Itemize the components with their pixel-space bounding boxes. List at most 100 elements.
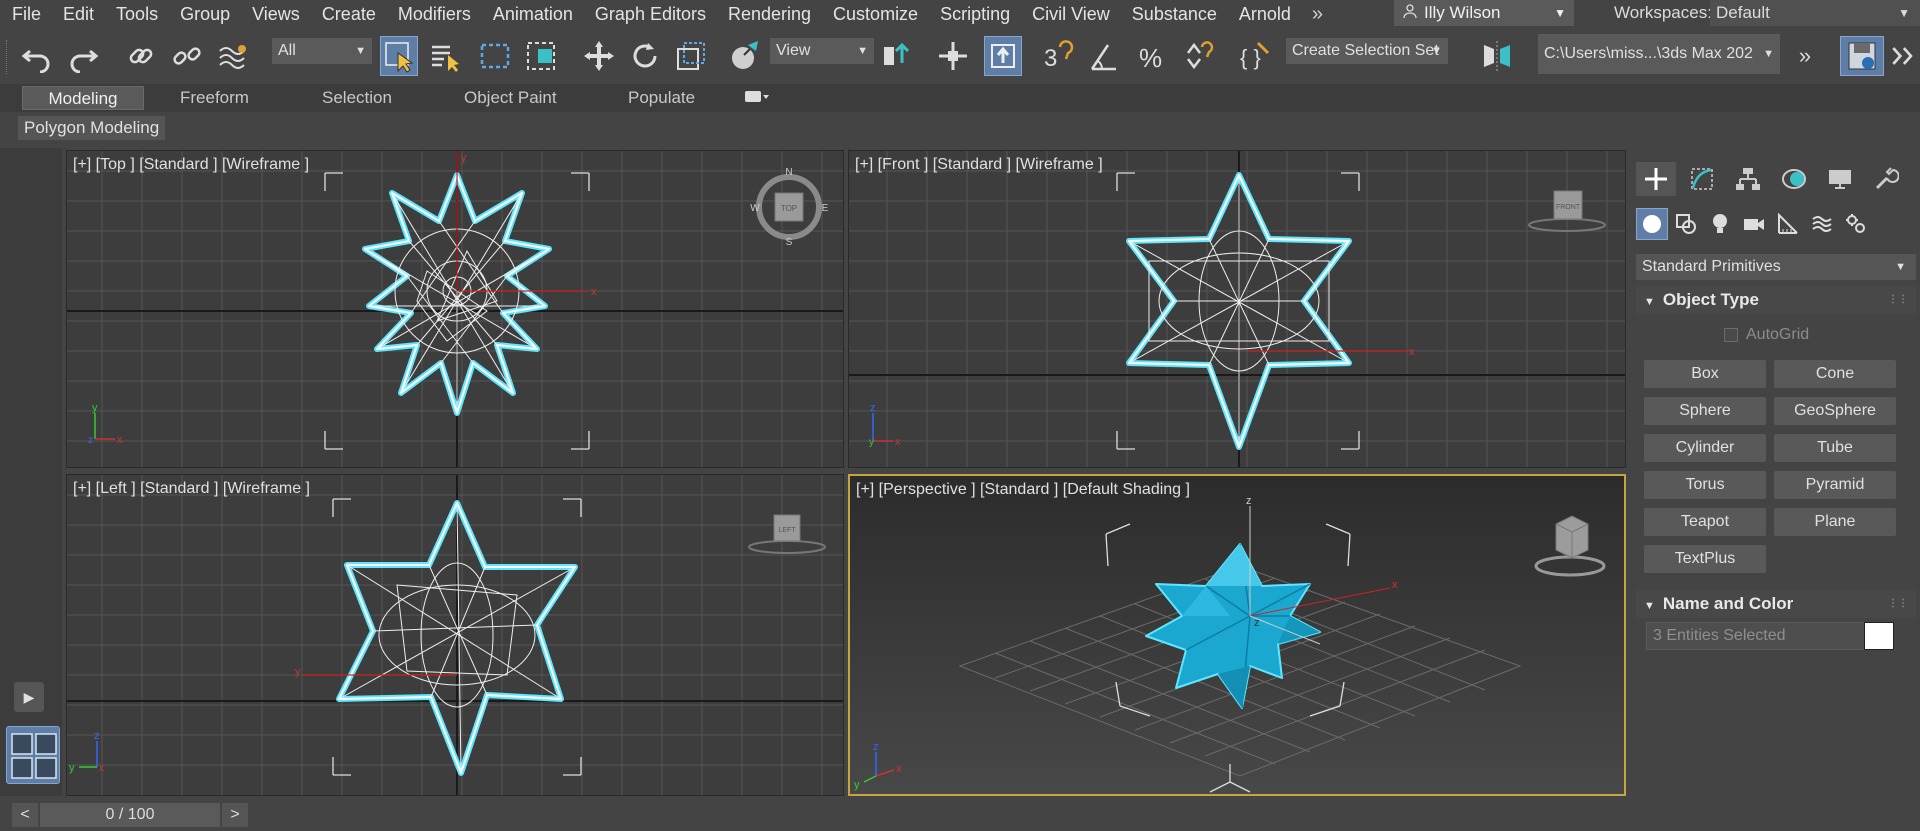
cone-button[interactable]: Cone [1774,360,1896,388]
user-account-dropdown[interactable]: Illy Wilson ▼ [1394,0,1574,26]
select-and-place-button[interactable] [726,36,764,76]
viewport-front-label[interactable]: [+] [Front ] [Standard ] [Wireframe ] [855,156,1103,174]
snaps-toggle-button[interactable]: 3 [1040,36,1078,76]
pyramid-button[interactable]: Pyramid [1774,471,1896,499]
sphere-button[interactable]: Sphere [1644,397,1766,425]
save-file-button[interactable] [1840,36,1884,76]
menu-animation[interactable]: Animation [482,0,584,28]
cylinder-button[interactable]: Cylinder [1644,434,1766,462]
viewport-perspective[interactable]: [+] [Perspective ] [Standard ] [Default … [848,474,1626,796]
named-selection-set-dropdown[interactable]: Create Selection Set ▼ [1286,38,1448,64]
tab-selection[interactable]: Selection [308,86,406,110]
viewport-top[interactable]: [+] [Top ] [Standard ] [Wireframe ] x y [66,150,844,468]
viewcube-perspective[interactable] [1534,515,1606,577]
spinner-snap-button[interactable] [1180,36,1218,76]
unlink-button[interactable] [168,36,206,76]
select-by-name-button[interactable] [426,36,464,76]
geometry-category-button[interactable] [1636,208,1668,240]
geosphere-button[interactable]: GeoSphere [1774,397,1896,425]
box-button[interactable]: Box [1644,360,1766,388]
polygon-modeling-panel[interactable]: Polygon Modeling [18,116,166,140]
project-folder-dropdown[interactable]: C:\Users\miss...\3ds Max 202 ▼ [1538,34,1780,74]
rectangular-selection-button[interactable] [476,36,514,76]
select-manipulate-button[interactable] [934,36,972,76]
menu-graph-editors[interactable]: Graph Editors [584,0,717,28]
menu-modifiers[interactable]: Modifiers [387,0,482,28]
menu-edit[interactable]: Edit [52,0,105,28]
utilities-tab[interactable] [1866,162,1906,196]
edit-named-selection-button[interactable]: { } [1236,36,1274,76]
menu-views[interactable]: Views [241,0,311,28]
object-name-field[interactable]: 3 Entities Selected [1646,622,1868,650]
tab-object-paint[interactable]: Object Paint [450,86,571,110]
viewcube-left[interactable]: LEFT [748,514,826,554]
viewport-perspective-label[interactable]: [+] [Perspective ] [Standard ] [Default … [856,481,1190,499]
menu-file[interactable]: File [0,0,52,28]
tab-modeling[interactable]: Modeling [22,86,144,110]
motion-tab[interactable] [1774,162,1814,196]
tab-populate[interactable]: Populate [614,86,709,110]
object-color-swatch[interactable] [1864,622,1894,650]
pivot-point-button[interactable] [878,36,916,76]
primitive-type-dropdown[interactable]: Standard Primitives ▼ [1636,254,1916,280]
menu-tools[interactable]: Tools [105,0,169,28]
tube-button[interactable]: Tube [1774,434,1896,462]
reference-coord-dropdown[interactable]: View ▼ [770,38,874,64]
menu-scripting[interactable]: Scripting [929,0,1021,28]
spacewarps-category-button[interactable] [1806,208,1838,240]
tab-freeform[interactable]: Freeform [166,86,263,110]
torus-button[interactable]: Torus [1644,471,1766,499]
menu-substance[interactable]: Substance [1121,0,1228,28]
display-tab[interactable] [1820,162,1860,196]
menu-customize[interactable]: Customize [822,0,929,28]
percent-snap-button[interactable]: % [1134,36,1172,76]
viewport-left[interactable]: [+] [Left ] [Standard ] [Wireframe ] y L… [66,474,844,796]
viewport-front[interactable]: [+] [Front ] [Standard ] [Wireframe ] x [848,150,1626,468]
create-tab[interactable] [1636,162,1676,196]
menu-group[interactable]: Group [169,0,241,28]
viewcube-top[interactable]: TOP N S E W [750,167,828,248]
keyboard-shortcut-override-button[interactable] [984,36,1022,76]
select-object-button[interactable] [380,36,418,76]
redo-button[interactable] [64,36,102,76]
menu-create[interactable]: Create [311,0,387,28]
toolbar-overflow-button[interactable]: » [1786,36,1824,76]
undo-button[interactable] [18,36,56,76]
autogrid-checkbox[interactable]: AutoGrid [1724,326,1809,344]
next-frame-button[interactable]: > [222,803,248,827]
workspace-dropdown[interactable]: Default ▼ [1710,0,1920,26]
shapes-category-button[interactable] [1670,208,1702,240]
name-and-color-rollout-header[interactable]: ▼ Name and Color ⋮⋮ [1636,590,1916,618]
viewport-layout-expand-button[interactable]: ▶ [14,682,44,712]
object-type-rollout-header[interactable]: ▼ Object Type ⋮⋮ [1636,286,1916,314]
modify-tab[interactable] [1682,162,1722,196]
helpers-category-button[interactable] [1772,208,1804,240]
menu-rendering[interactable]: Rendering [717,0,822,28]
textplus-button[interactable]: TextPlus [1644,545,1766,573]
menu-overflow-button[interactable]: » [1302,3,1333,26]
bind-spacewarp-button[interactable] [214,36,252,76]
link-button[interactable] [122,36,160,76]
angle-snap-button[interactable] [1086,36,1124,76]
mirror-button[interactable] [1478,36,1516,76]
lights-category-button[interactable] [1704,208,1736,240]
ribbon-options-dropdown[interactable] [744,90,770,107]
viewport-layout-button[interactable] [6,726,60,784]
systems-category-button[interactable] [1840,208,1872,240]
teapot-button[interactable]: Teapot [1644,508,1766,536]
select-and-move-button[interactable] [580,36,618,76]
time-slider[interactable]: 0 / 100 [40,803,220,827]
selection-filter-dropdown[interactable]: All ▼ [272,38,372,64]
hierarchy-tab[interactable] [1728,162,1768,196]
window-crossing-button[interactable] [522,36,560,76]
toolbar-extra-button[interactable] [1888,36,1918,76]
menu-arnold[interactable]: Arnold [1228,0,1302,28]
select-and-scale-button[interactable] [672,36,710,76]
select-and-rotate-button[interactable] [626,36,664,76]
cameras-category-button[interactable] [1738,208,1770,240]
menu-civil-view[interactable]: Civil View [1021,0,1121,28]
previous-frame-button[interactable]: < [12,803,38,827]
plane-button[interactable]: Plane [1774,508,1896,536]
viewport-left-label[interactable]: [+] [Left ] [Standard ] [Wireframe ] [73,480,310,498]
viewport-top-label[interactable]: [+] [Top ] [Standard ] [Wireframe ] [73,156,309,174]
